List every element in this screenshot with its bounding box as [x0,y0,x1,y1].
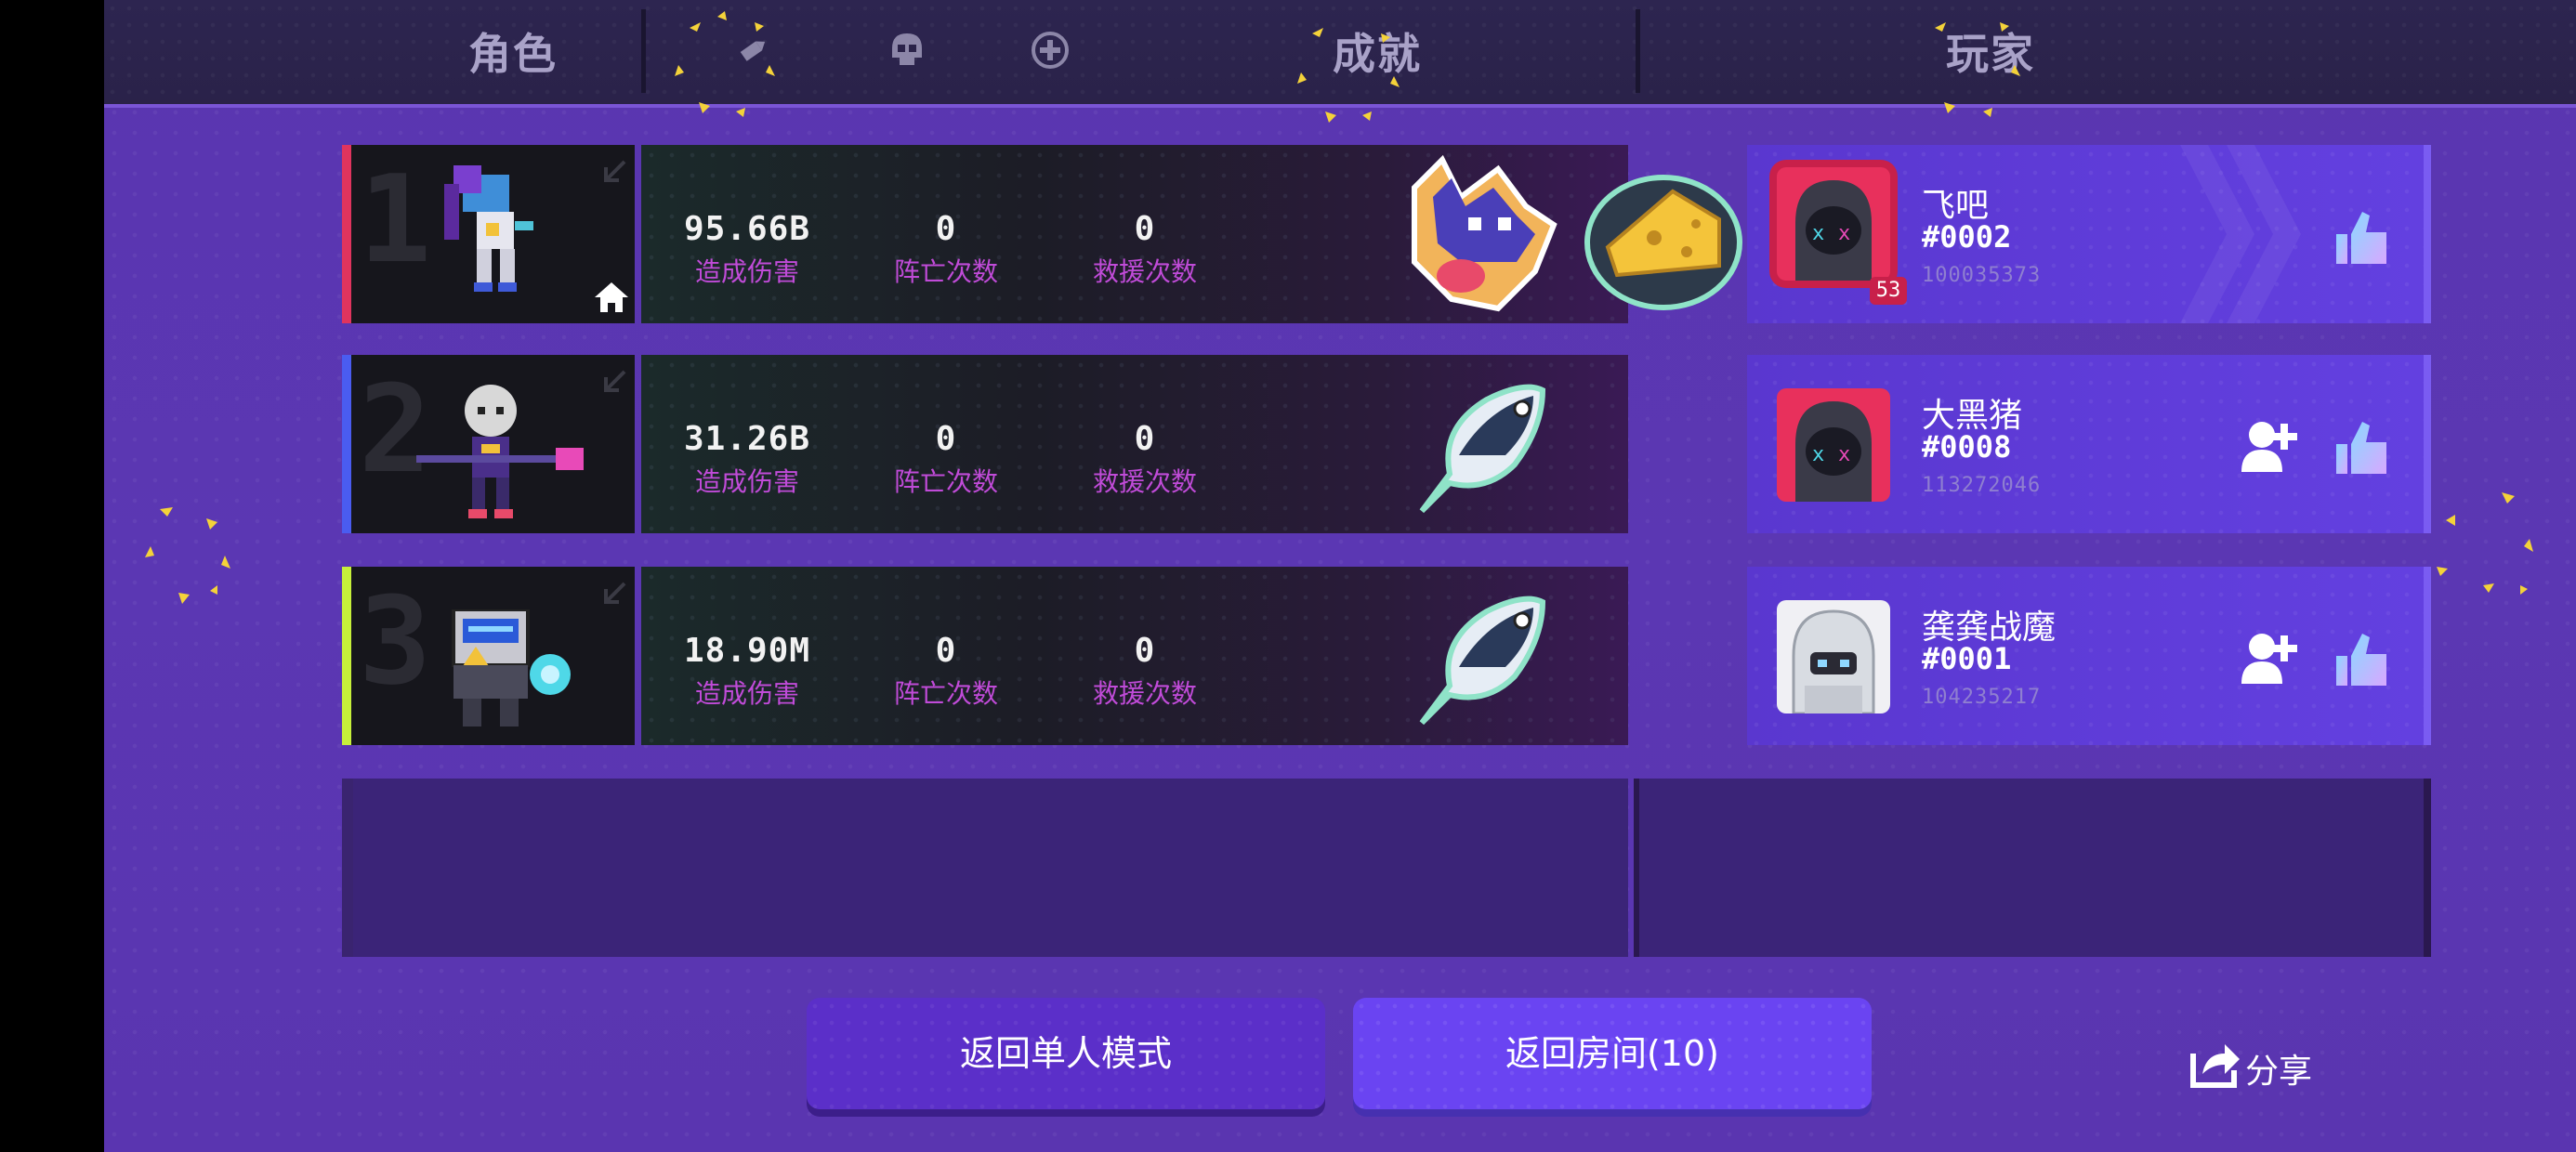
rescues-value: 0 [1134,632,1156,670]
shrink-arrow-icon[interactable] [597,366,630,399]
thumbs-up-icon[interactable] [2333,630,2392,689]
stats-panel: 18.90M 造成伤害 0 阵亡次数 0 救援次数 [641,567,1628,745]
add-friend-icon[interactable] [2238,416,2299,478]
add-friend-icon[interactable] [2238,628,2299,689]
deaths-label: 阵亡次数 [893,466,998,497]
character-sprite [452,609,571,727]
rescues-label: 救援次数 [1092,678,1197,709]
rescues-label: 救援次数 [1092,466,1197,497]
damage-stat: 31.26B 造成伤害 [654,420,840,499]
header-divider [641,9,646,93]
robot-avatar-icon [1777,600,1890,715]
damage-stat: 18.90M 造成伤害 [654,632,840,711]
deaths-stat: 0 阵亡次数 [853,420,1039,499]
player-id: #0001 [1922,641,2012,676]
share-icon [2190,1044,2240,1088]
deaths-label: 阵亡次数 [893,678,998,709]
rank-number: 3 [359,570,432,712]
player-card[interactable]: 龚龚战魔 #0001 104235217 [1747,567,2431,745]
damage-value: 95.66B [683,210,811,248]
player-uid: 104235217 [1922,686,2042,709]
thumbs-up-icon[interactable] [2333,208,2392,268]
share-label: 分享 [2245,1053,2313,1091]
sparkle-effect [145,507,230,604]
sparkle-effect [675,11,775,117]
empty-slot-right [1639,779,2431,957]
damage-value: 31.26B [683,420,811,458]
deaths-value: 0 [935,420,957,458]
rescues-label: 救援次数 [1092,256,1197,287]
results-screen: 角色 成就 玩家 1 95.66B 造成伤害 0 阵亡次数 0 救援次数 x x… [104,0,2576,1152]
chevron-decoration [2180,145,2301,323]
home-icon [595,282,628,312]
character-cell[interactable]: 3 [351,567,635,745]
rank-accent-bar [342,355,351,533]
character-sprite [416,385,584,518]
sparkle-effect [2437,492,2533,595]
shrink-arrow-icon[interactable] [597,156,630,190]
damage-value: 18.90M [683,632,811,670]
stats-panel: 95.66B 造成伤害 0 阵亡次数 0 救援次数 [641,145,1742,323]
player-id: #0008 [1922,429,2012,465]
shrink-arrow-icon[interactable] [597,578,630,611]
svg-text:x: x [1838,443,1850,466]
header-bar: 角色 成就 玩家 [104,0,2576,123]
wolf-sticker-icon[interactable] [1396,151,1569,318]
rank-accent-bar [342,145,351,323]
fish-sticker-icon[interactable] [1403,583,1552,732]
character-sprite [444,165,533,292]
rank-accent-bar [342,779,353,957]
level-badge: 53 [1870,277,1907,305]
damage-stat: 95.66B 造成伤害 [654,210,840,289]
player-card[interactable]: x x 大黑猪 #0008 113272046 [1747,355,2431,533]
deaths-stat: 0 阵亡次数 [853,632,1039,711]
hooded-avatar-icon: x x [1777,388,1890,502]
player-id: #0002 [1922,219,2012,255]
stats-panel: 31.26B 造成伤害 0 阵亡次数 0 救援次数 [641,355,1628,533]
back-single-mode-button[interactable]: 返回单人模式 [807,998,1325,1109]
damage-label: 造成伤害 [694,256,799,287]
skull-icon[interactable] [887,30,927,71]
svg-text:x: x [1812,443,1824,466]
back-room-button[interactable]: 返回房间(10) [1353,998,1872,1109]
rescues-value: 0 [1134,210,1156,248]
rescues-stat: 0 救援次数 [1052,632,1238,711]
damage-label: 造成伤害 [694,678,799,709]
empty-slot-left [353,779,1628,957]
rank-accent-bar [342,567,351,745]
rescues-stat: 0 救援次数 [1052,210,1238,289]
player-uid: 100035373 [1922,264,2042,287]
fish-sticker-icon[interactable] [1403,372,1552,520]
deaths-value: 0 [935,632,957,670]
sparkle-effect [1935,22,2020,117]
deaths-stat: 0 阵亡次数 [853,210,1039,289]
player-card[interactable]: x x 53 飞吧 #0002 100035373 [1747,145,2431,323]
medkit-icon[interactable] [1030,30,1071,71]
rank-number: 1 [359,149,432,290]
tab-character[interactable]: 角色 [468,20,558,82]
svg-text:x: x [1838,222,1850,245]
deaths-label: 阵亡次数 [893,256,998,287]
thumbs-up-icon[interactable] [2333,418,2392,478]
rescues-value: 0 [1134,420,1156,458]
hooded-avatar-icon: x x [1777,167,1890,281]
character-cell[interactable]: 2 [351,355,635,533]
player-uid: 113272046 [1922,474,2042,497]
damage-label: 造成伤害 [694,466,799,497]
cheese-sticker-icon[interactable] [1580,154,1747,312]
rescues-stat: 0 救援次数 [1052,420,1238,499]
sparkle-effect [1297,28,1400,123]
svg-text:x: x [1812,222,1824,245]
deaths-value: 0 [935,210,957,248]
header-divider [1636,9,1640,93]
character-cell[interactable]: 1 [351,145,635,323]
